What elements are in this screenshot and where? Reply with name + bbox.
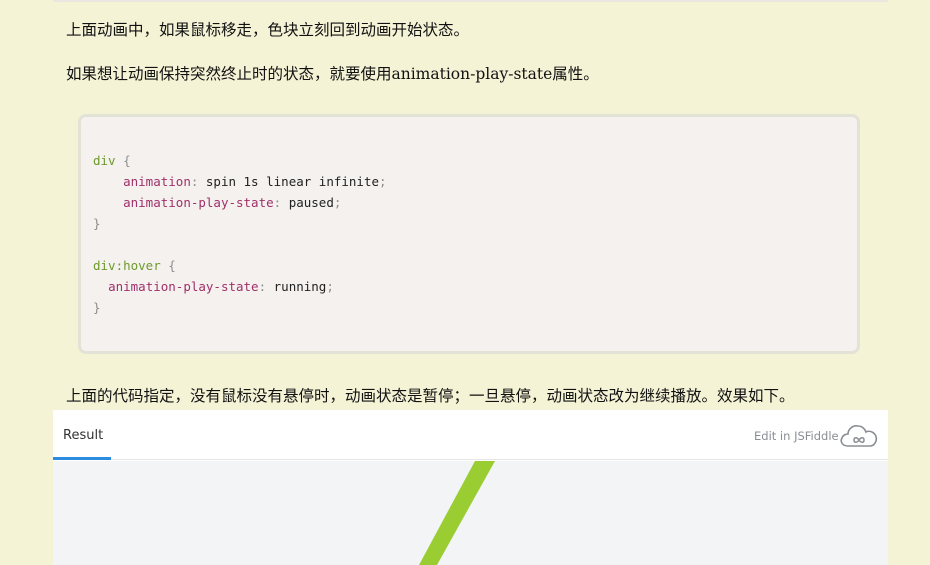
css-code: div { animation: spin 1s linear infinite…: [93, 150, 387, 318]
code-brace-close: }: [93, 216, 101, 231]
code-semicolon: ;: [379, 174, 387, 189]
edit-in-jsfiddle-link[interactable]: Edit in JSFiddle: [754, 429, 839, 443]
fiddle-tab-bar: Result Edit in JSFiddle: [53, 410, 888, 460]
paragraph-2: 如果想让动画保持突然终止时的状态，就要使用animation-play-stat…: [66, 65, 599, 83]
code-prop-animation: animation: [123, 174, 191, 189]
top-divider: [53, 0, 888, 2]
code-colon: :: [258, 279, 267, 294]
jsfiddle-embed: Result Edit in JSFiddle: [53, 410, 888, 565]
code-semicolon: ;: [333, 195, 342, 210]
code-colon: :: [190, 174, 199, 189]
tab-result[interactable]: Result: [53, 410, 111, 460]
code-selector-div-hover: div:hover: [93, 258, 161, 273]
code-brace-close: }: [93, 300, 101, 315]
code-brace-open: {: [123, 153, 131, 168]
result-area: [53, 461, 888, 565]
code-value-animation: spin 1s linear infinite: [205, 174, 379, 189]
spinning-bar[interactable]: [53, 461, 888, 565]
code-value-running: running: [273, 279, 327, 294]
code-brace-open: {: [168, 258, 176, 273]
spinning-bar-shape: [419, 461, 495, 565]
code-prop-play-state: animation-play-state: [123, 195, 274, 210]
code-semicolon: ;: [326, 279, 334, 294]
jsfiddle-cloud-icon[interactable]: [839, 422, 879, 450]
code-colon: :: [273, 195, 282, 210]
tab-result-label: Result: [63, 428, 104, 443]
paragraph-3: 上面的代码指定，没有鼠标没有悬停时，动画状态是暂停；一旦悬停，动画状态改为继续播…: [66, 387, 795, 405]
code-block: div { animation: spin 1s linear infinite…: [78, 114, 860, 354]
code-value-paused: paused: [288, 195, 334, 210]
code-prop-play-state: animation-play-state: [108, 279, 259, 294]
paragraph-1: 上面动画中，如果鼠标移走，色块立刻回到动画开始状态。: [66, 21, 470, 39]
code-selector-div: div: [93, 153, 116, 168]
